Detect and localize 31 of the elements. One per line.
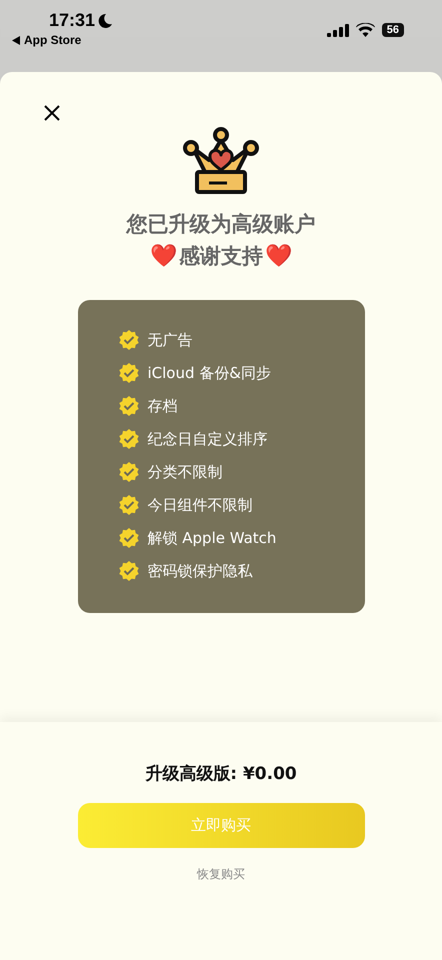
back-link[interactable]: App Store	[24, 33, 82, 47]
feature-label: 纪念日自定义排序	[148, 430, 268, 448]
heart-icon: ❤	[150, 243, 177, 269]
verified-badge-icon	[118, 561, 138, 581]
crown-icon	[183, 126, 259, 196]
thanks-text: 感谢支持	[179, 243, 263, 270]
verified-badge-icon	[118, 495, 138, 515]
feature-label: 分类不限制	[148, 462, 222, 482]
feature-label: 无广告	[148, 330, 192, 350]
moon-icon	[97, 12, 114, 28]
battery-indicator: 56	[382, 23, 404, 37]
feature-label: 密码锁保护隐私	[148, 562, 252, 580]
restore-link[interactable]: 恢复购买	[197, 866, 245, 883]
back-triangle-icon	[12, 36, 20, 44]
price-text: 升级高级版: ¥0.00	[145, 763, 297, 785]
signal-icon	[326, 24, 349, 36]
verified-badge-icon	[118, 462, 138, 482]
feature-label: 今日组件不限制	[148, 496, 252, 514]
verified-badge-icon	[118, 396, 138, 416]
feature-label: 解锁 Apple Watch	[148, 528, 276, 548]
verified-badge-icon	[118, 429, 138, 449]
verified-badge-icon	[118, 330, 138, 350]
title-text: 您已升级为高级账户	[126, 211, 316, 238]
feature-label: 存档	[148, 396, 178, 416]
wifi-icon	[356, 23, 375, 37]
verified-badge-icon	[118, 528, 138, 548]
close-icon[interactable]	[44, 105, 60, 121]
status-time: 17:31	[49, 10, 96, 31]
heart-icon: ❤	[265, 243, 292, 269]
feature-label: iCloud 备份&同步	[148, 364, 271, 382]
verified-badge-icon	[118, 363, 138, 383]
